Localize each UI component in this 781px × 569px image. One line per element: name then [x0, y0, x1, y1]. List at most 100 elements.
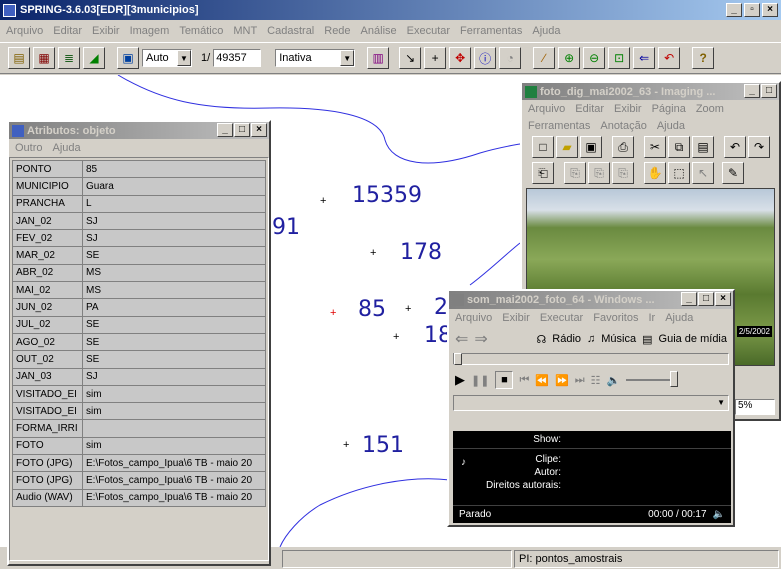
attribute-value[interactable]: L — [82, 194, 266, 213]
forward-arrow-icon[interactable]: ⇒ — [474, 329, 487, 349]
imaging-menu2-item-0[interactable]: Ferramentas — [528, 120, 590, 132]
help-icon[interactable]: ? — [692, 47, 715, 69]
attribute-row[interactable]: FOTO (JPG) E:\Fotos_campo_Ipua\6 TB - mai… — [12, 454, 266, 473]
stop-button[interactable]: ■ — [495, 371, 514, 389]
zoom-area-icon[interactable]: ⊡ — [608, 47, 631, 69]
attribute-value[interactable]: sim — [82, 436, 266, 456]
imaging-menu2-item-1[interactable]: Anotação — [600, 120, 646, 132]
attribute-row[interactable]: AGO_02 SE — [12, 332, 266, 352]
layers-icon[interactable]: ≣ — [58, 47, 80, 69]
attribute-value[interactable]: sim — [82, 402, 266, 421]
cursor-area-icon[interactable]: ▥ — [367, 47, 390, 69]
ruler-icon[interactable]: ∕ — [533, 47, 556, 69]
media-menu-item-5[interactable]: Ajuda — [665, 312, 693, 324]
attribute-value[interactable]: SJ — [82, 229, 266, 248]
attributes-menu-item-0[interactable]: Outro — [15, 142, 43, 154]
minimize-button[interactable]: _ — [217, 123, 233, 137]
imaging-menu2-item-2[interactable]: Ajuda — [657, 120, 685, 132]
attribute-row[interactable]: VISITADO_EI sim — [12, 402, 266, 421]
minimize-button[interactable]: _ — [726, 3, 742, 17]
media-titlebar[interactable]: som_mai2002_foto_64 - Windows ... _ □ × — [449, 291, 733, 309]
attribute-row[interactable]: PRANCHA L — [12, 194, 266, 213]
scale-input[interactable]: 49357 — [213, 49, 262, 67]
attribute-row[interactable]: JUL_02 SE — [12, 315, 266, 334]
page-3-icon[interactable]: ⎘ — [612, 162, 634, 184]
attribute-value[interactable]: SE — [82, 350, 266, 369]
point-marker[interactable]: + — [343, 439, 349, 451]
attribute-row[interactable]: FEV_02 SJ — [12, 229, 266, 248]
media-menu-item-4[interactable]: Ir — [648, 312, 655, 324]
attribute-row[interactable]: PONTO 85 — [12, 159, 266, 179]
volume-icon[interactable]: 🔈 — [607, 374, 621, 387]
attribute-row[interactable]: OUT_02 SE — [12, 350, 266, 369]
main-menu-item-2[interactable]: Exibir — [92, 25, 120, 37]
attribute-row[interactable]: MAR_02 SE — [12, 246, 266, 265]
attribute-row[interactable]: MUNICIPIO Guara — [12, 177, 266, 196]
page-2-icon[interactable]: ⎘ — [588, 162, 610, 184]
print-icon[interactable]: ⎙ — [612, 136, 634, 158]
main-menu-item-10[interactable]: Ferramentas — [460, 25, 522, 37]
imaging-titlebar[interactable]: foto_dig_mai2002_63 - Imaging ... _ □ — [522, 83, 779, 100]
attribute-value[interactable]: MS — [82, 281, 266, 300]
media-link-music[interactable]: Música — [601, 333, 636, 345]
main-menu-item-4[interactable]: Temático — [179, 25, 223, 37]
restore-button[interactable]: ▫ — [744, 3, 760, 17]
select-icon[interactable]: ⬚ — [668, 162, 690, 184]
point-marker-selected[interactable]: + — [330, 307, 336, 319]
page-icon[interactable]: ⎗ — [532, 162, 554, 184]
media-menu-item-3[interactable]: Favoritos — [593, 312, 638, 324]
seek-bar[interactable] — [453, 353, 729, 365]
main-menu-item-6[interactable]: Cadastral — [267, 25, 314, 37]
attribute-row[interactable]: FORMA_IRRI — [12, 419, 266, 438]
main-menu-item-3[interactable]: Imagem — [130, 25, 170, 37]
attribute-row[interactable]: FOTO (JPG) E:\Fotos_campo_Ipua\6 TB - mai… — [12, 471, 266, 490]
main-menu-item-11[interactable]: Ajuda — [532, 25, 560, 37]
imaging-menu-item-1[interactable]: Editar — [575, 103, 604, 115]
zoom-mode-select[interactable]: Auto ▼ — [142, 49, 192, 67]
attributes-menu-item-1[interactable]: Ajuda — [53, 142, 81, 154]
attribute-value[interactable]: SJ — [82, 211, 266, 231]
open-icon[interactable]: ▰ — [556, 136, 578, 158]
copy-icon[interactable]: ⧉ — [668, 136, 690, 158]
redo-icon[interactable]: ↷ — [748, 136, 770, 158]
main-menu-item-0[interactable]: Arquivo — [6, 25, 43, 37]
attribute-value[interactable]: E:\Fotos_campo_Ipua\6 TB - maio 20 — [82, 488, 266, 507]
pointer-icon[interactable]: ↖ — [692, 162, 714, 184]
play-icon[interactable]: ▶ — [455, 372, 465, 388]
attribute-row[interactable]: VISITADO_EI sim — [12, 384, 266, 404]
attribute-value[interactable]: SJ — [82, 367, 266, 386]
point-marker[interactable]: + — [320, 195, 326, 207]
cut-icon[interactable]: ✂ — [644, 136, 666, 158]
zoom-field[interactable]: 5% — [735, 399, 775, 415]
attribute-value[interactable]: E:\Fotos_campo_Ipua\6 TB - maio 20 — [82, 471, 266, 490]
database-icon[interactable]: ▤ — [8, 47, 30, 69]
attribute-row[interactable]: JAN_02 SJ — [12, 211, 266, 231]
prev-icon[interactable]: ⏮ — [519, 374, 529, 387]
info-icon[interactable]: ⓘ — [474, 47, 497, 69]
zoom-out-icon[interactable]: ⊖ — [583, 47, 606, 69]
attribute-value[interactable]: SE — [82, 246, 266, 265]
hand-icon[interactable]: ✋ — [644, 162, 666, 184]
attribute-value[interactable]: sim — [82, 384, 266, 404]
pause-icon[interactable]: ❚❚ — [471, 374, 489, 387]
playlist-icon[interactable]: ☷ — [591, 374, 601, 387]
cursor-icon[interactable]: ↘ — [399, 47, 422, 69]
volume-thumb[interactable] — [670, 371, 679, 387]
pan-icon[interactable]: ✥ — [449, 47, 472, 69]
attribute-value[interactable]: SE — [82, 332, 266, 352]
attribute-value[interactable] — [82, 419, 266, 438]
maximize-button[interactable]: □ — [234, 123, 250, 137]
close-button[interactable]: × — [762, 3, 778, 17]
main-menu-item-9[interactable]: Executar — [407, 25, 450, 37]
media-menu-item-0[interactable]: Arquivo — [455, 312, 492, 324]
imaging-menu-item-0[interactable]: Arquivo — [528, 103, 565, 115]
media-info-dropdown[interactable]: ▼ — [453, 395, 729, 411]
point-marker[interactable]: + — [370, 247, 376, 259]
attribute-row[interactable]: JUN_02 PA — [12, 298, 266, 317]
crosshair-icon[interactable]: + — [424, 47, 447, 69]
back-icon[interactable]: ⇐ — [633, 47, 656, 69]
attribute-value[interactable]: SE — [82, 315, 266, 334]
annotate-icon[interactable]: ✎ — [722, 162, 744, 184]
speaker-icon[interactable]: 🔈 — [713, 509, 725, 520]
attribute-value[interactable]: MS — [82, 263, 266, 283]
